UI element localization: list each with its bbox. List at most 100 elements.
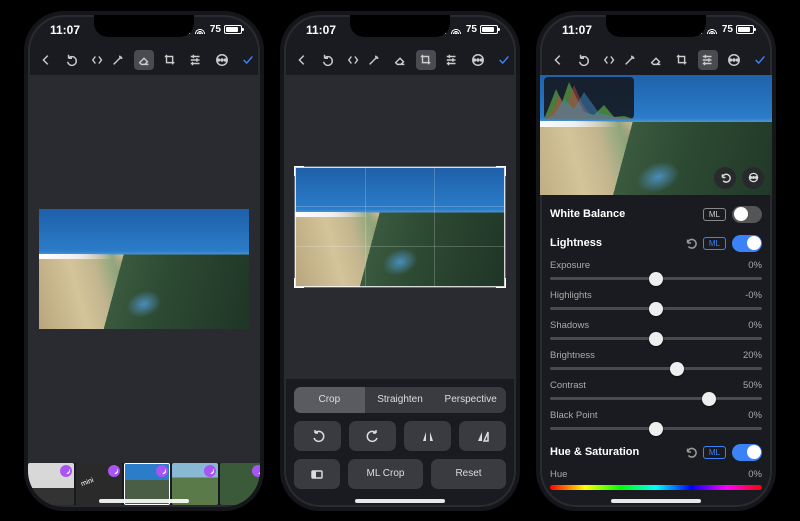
tab-perspective[interactable]: Perspective <box>435 387 506 413</box>
magic-wand-button[interactable] <box>108 50 128 70</box>
slider-knob[interactable] <box>670 362 684 376</box>
crop-handle-br[interactable] <box>496 278 506 288</box>
code-button[interactable] <box>600 50 620 70</box>
wb-toggle[interactable] <box>732 206 762 223</box>
lightness-toggle[interactable] <box>732 235 762 252</box>
confirm-button[interactable] <box>238 50 258 70</box>
confirm-button[interactable] <box>494 50 514 70</box>
hue-track[interactable] <box>550 485 762 490</box>
ml-badge[interactable]: ML <box>703 237 726 250</box>
edited-badge-icon <box>60 465 72 477</box>
ml-badge[interactable]: ML <box>703 446 726 459</box>
crop-button[interactable] <box>416 50 436 70</box>
photo-preview[interactable] <box>295 167 505 287</box>
adjust-button[interactable] <box>442 50 462 70</box>
crop-handle-bl[interactable] <box>294 278 304 288</box>
slider-knob[interactable] <box>649 272 663 286</box>
adjust-button[interactable] <box>186 50 206 70</box>
code-button[interactable] <box>344 50 364 70</box>
slider-value: 20% <box>743 350 762 361</box>
slider-value: 0% <box>748 410 762 421</box>
undo-button[interactable] <box>318 50 338 70</box>
battery-pct: 75 <box>722 24 733 35</box>
flip-horizontal-button[interactable] <box>404 421 451 451</box>
notch <box>606 15 706 37</box>
slider-value: 50% <box>743 380 762 391</box>
crop-handle-tl[interactable] <box>294 166 304 176</box>
reset-section-icon[interactable] <box>685 446 697 458</box>
more-button[interactable] <box>212 50 232 70</box>
slider-contrast[interactable]: Contrast50% <box>550 379 762 407</box>
editor-toolbar <box>284 45 516 75</box>
confirm-button[interactable] <box>750 50 770 70</box>
section-label: Hue & Saturation <box>550 446 639 458</box>
eraser-button[interactable] <box>646 50 666 70</box>
code-button[interactable] <box>88 50 108 70</box>
crop-canvas[interactable] <box>284 75 516 379</box>
slider-knob[interactable] <box>649 422 663 436</box>
back-button[interactable] <box>292 50 312 70</box>
editor-toolbar <box>28 45 260 75</box>
slider-knob[interactable] <box>702 392 716 406</box>
slider-shadows[interactable]: Shadows 0% <box>550 319 762 347</box>
slider-value: 0% <box>748 320 762 331</box>
slider-exposure[interactable]: Exposure0% <box>550 259 762 287</box>
magic-wand-button[interactable] <box>620 50 640 70</box>
aspect-ratio-button[interactable] <box>294 459 340 489</box>
histogram[interactable] <box>544 77 634 119</box>
wifi-icon <box>194 25 206 34</box>
photo-preview <box>39 209 249 329</box>
slider-label: Shadows <box>550 320 589 331</box>
more-button[interactable] <box>724 50 744 70</box>
reset-all-button[interactable] <box>714 167 736 189</box>
editor-toolbar <box>540 45 772 75</box>
eraser-button[interactable] <box>134 50 154 70</box>
undo-button[interactable] <box>62 50 82 70</box>
slider-label: Hue <box>550 469 567 480</box>
tab-crop[interactable]: Crop <box>294 387 365 413</box>
crop-handles[interactable] <box>295 167 505 287</box>
slider-blackpoint[interactable]: Black Point0% <box>550 409 762 437</box>
crop-button[interactable] <box>160 50 180 70</box>
edited-badge-icon <box>252 465 260 477</box>
slider-brightness[interactable]: Brightness 20% <box>550 349 762 377</box>
thumbnail[interactable] <box>28 463 74 505</box>
battery-indicator: 75 <box>210 24 242 35</box>
crop-handle-tr[interactable] <box>496 166 506 176</box>
home-indicator[interactable] <box>611 499 701 503</box>
slider-label: Brightness <box>550 350 595 361</box>
more-button[interactable] <box>468 50 488 70</box>
home-indicator[interactable] <box>355 499 445 503</box>
adjust-button[interactable] <box>698 50 718 70</box>
adjust-panel[interactable]: White Balance ML Lightness ML Exposure0% <box>540 75 772 507</box>
adjust-controls[interactable]: White Balance ML Lightness ML Exposure0% <box>540 195 772 507</box>
reset-section-icon[interactable] <box>685 237 697 249</box>
slider-highlights[interactable]: Highlights-0% <box>550 289 762 317</box>
clock: 11:07 <box>562 23 592 37</box>
preview-more-button[interactable] <box>742 167 764 189</box>
huesat-toggle[interactable] <box>732 444 762 461</box>
rotate-cw-button[interactable] <box>349 421 396 451</box>
back-button[interactable] <box>36 50 56 70</box>
crop-button[interactable] <box>672 50 692 70</box>
section-hue-saturation: Hue & Saturation ML <box>550 439 762 466</box>
reset-crop-button[interactable]: Reset <box>431 459 506 489</box>
slider-knob[interactable] <box>649 332 663 346</box>
ml-crop-button[interactable]: ML Crop <box>348 459 423 489</box>
home-indicator[interactable] <box>99 499 189 503</box>
slider-value: 0% <box>748 469 762 480</box>
magic-wand-button[interactable] <box>364 50 384 70</box>
image-canvas[interactable] <box>28 75 260 463</box>
tab-straighten[interactable]: Straighten <box>365 387 436 413</box>
crop-panel: Crop Straighten Perspective ML Crop Rese… <box>284 379 516 507</box>
crop-tabs[interactable]: Crop Straighten Perspective <box>294 387 506 413</box>
thumbnail[interactable] <box>220 463 260 505</box>
rotate-ccw-button[interactable] <box>294 421 341 451</box>
slider-hue[interactable]: Hue 0% <box>550 468 762 496</box>
undo-button[interactable] <box>574 50 594 70</box>
back-button[interactable] <box>548 50 568 70</box>
slider-knob[interactable] <box>649 302 663 316</box>
eraser-button[interactable] <box>390 50 410 70</box>
ml-badge[interactable]: ML <box>703 208 726 221</box>
flip-vertical-button[interactable] <box>459 421 506 451</box>
